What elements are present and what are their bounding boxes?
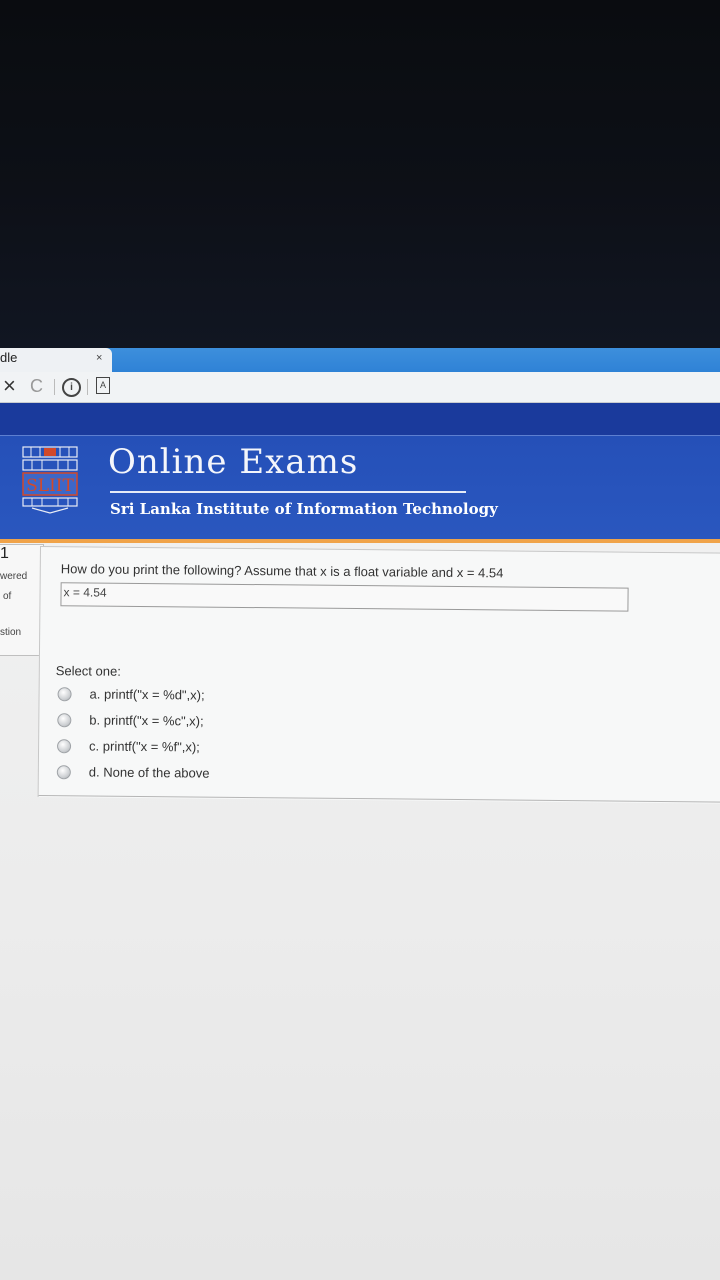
code-snippet-box: x = 4.54 xyxy=(60,582,629,612)
title-underline xyxy=(110,491,466,493)
radio-button[interactable] xyxy=(56,765,71,780)
question-number: 1 xyxy=(0,545,9,562)
question-text: How do you print the following? Assume t… xyxy=(60,561,504,581)
site-header: SLIIT Online Exams Sri Lanka Institute o… xyxy=(0,435,720,540)
question-status: wered xyxy=(0,571,28,582)
site-navbar xyxy=(0,403,720,435)
page-icon[interactable]: A xyxy=(96,377,110,394)
stop-icon[interactable]: × xyxy=(3,373,16,399)
browser-window: dle × × C i A SLIIT Online Exams Sri Lan… xyxy=(0,348,720,1280)
radio-button[interactable] xyxy=(57,687,72,702)
tab-close-icon[interactable]: × xyxy=(96,352,102,364)
option-d[interactable]: d. None of the above xyxy=(55,763,355,786)
option-b[interactable]: b. printf("x = %c",x); xyxy=(55,711,355,734)
svg-text:SLIIT: SLIIT xyxy=(26,476,74,496)
radio-button[interactable] xyxy=(57,739,72,754)
option-label: b. printf("x = %c",x); xyxy=(89,712,204,729)
question-info-panel: 1 wered of stion xyxy=(0,544,44,656)
reload-icon[interactable]: C xyxy=(30,374,43,398)
tab-title: dle xyxy=(0,350,18,365)
tab-bar: dle × xyxy=(0,348,720,372)
address-bar: × C i A xyxy=(0,372,720,403)
dark-background xyxy=(0,0,720,348)
question-panel: How do you print the following? Assume t… xyxy=(37,546,720,804)
site-info-icon[interactable]: i xyxy=(62,378,81,397)
select-one-label: Select one: xyxy=(55,663,121,679)
option-label: d. None of the above xyxy=(88,764,210,781)
site-title: Online Exams xyxy=(108,442,359,482)
toolbar-divider xyxy=(87,379,88,395)
panel-bottom-border xyxy=(38,794,720,803)
toolbar-divider xyxy=(54,379,55,395)
option-label: a. printf("x = %d",x); xyxy=(89,686,205,703)
radio-button[interactable] xyxy=(57,713,72,728)
flag-question-link[interactable]: stion xyxy=(0,627,21,638)
option-label: c. printf("x = %f",x); xyxy=(89,738,200,755)
site-subtitle: Sri Lanka Institute of Information Techn… xyxy=(110,500,498,518)
header-accent-stripe xyxy=(0,539,720,543)
question-marks: of xyxy=(3,591,12,602)
option-c[interactable]: c. printf("x = %f",x); xyxy=(55,737,355,760)
code-snippet: x = 4.54 xyxy=(63,585,107,600)
option-a[interactable]: a. printf("x = %d",x); xyxy=(55,685,355,708)
sliit-logo: SLIIT xyxy=(22,446,78,514)
browser-tab[interactable]: dle × xyxy=(0,348,112,372)
